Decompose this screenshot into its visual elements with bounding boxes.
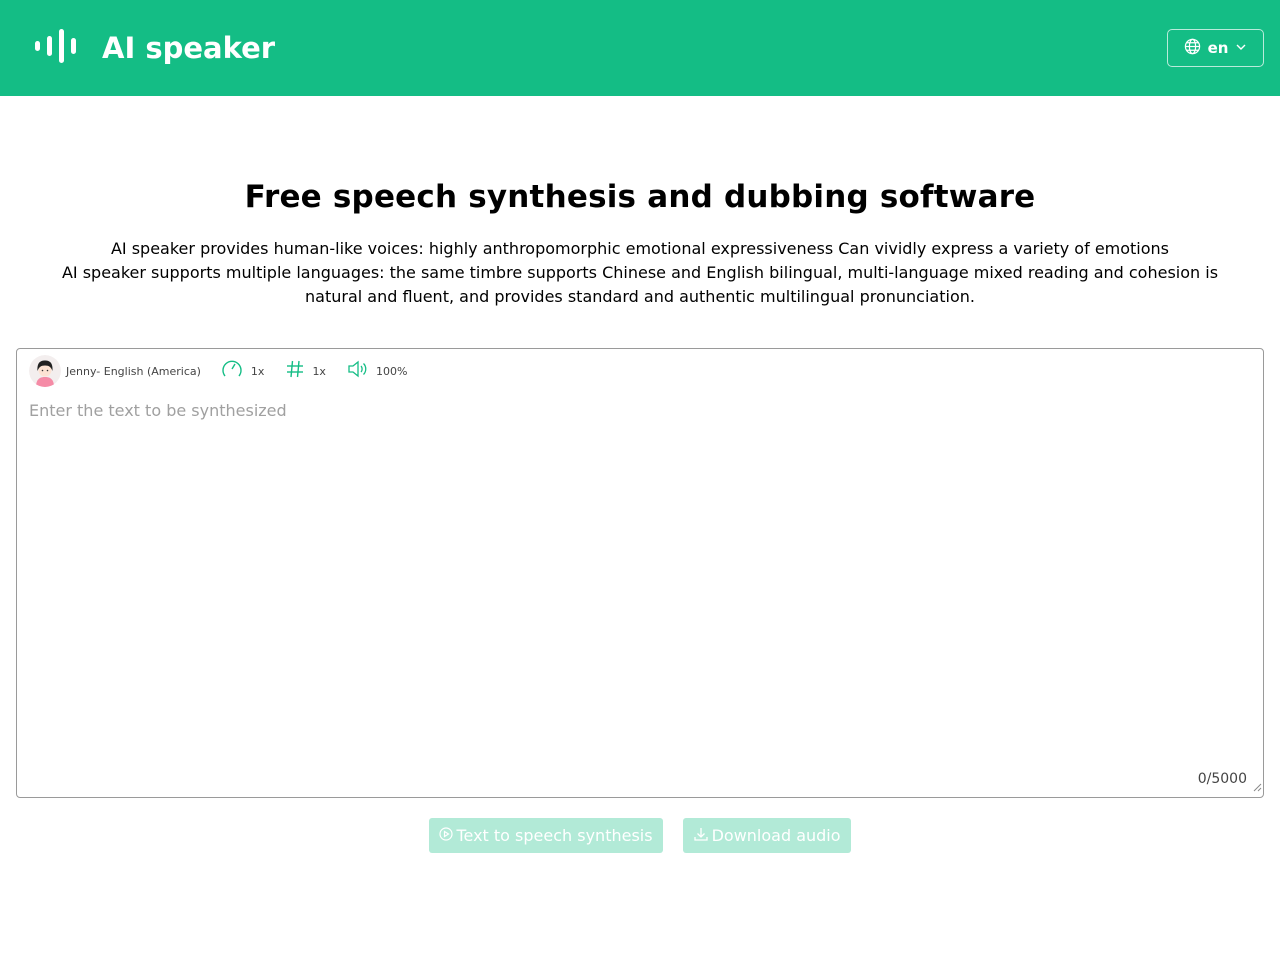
download-label: Download audio	[711, 826, 841, 845]
pitch-control[interactable]: 1x	[286, 360, 326, 382]
brand[interactable]: AI speaker	[34, 29, 275, 67]
pitch-value: 1x	[312, 364, 326, 378]
hero-description: AI speaker provides human-like voices: h…	[45, 237, 1235, 309]
language-selector[interactable]: en	[1167, 29, 1264, 67]
voice-label: Jenny- English (America)	[66, 364, 201, 378]
download-icon	[693, 826, 709, 846]
synthesize-button[interactable]: Text to speech synthesis	[429, 818, 663, 853]
resize-handle-icon[interactable]	[1252, 777, 1262, 796]
chevron-down-icon	[1235, 39, 1247, 57]
page-title: Free speech synthesis and dubbing softwa…	[244, 179, 1036, 215]
app-title: AI speaker	[102, 31, 276, 65]
text-editor: Jenny- English (America) 1x 1x 100% Ente…	[16, 348, 1264, 798]
globe-icon	[1184, 38, 1201, 59]
editor-toolbar: Jenny- English (America) 1x 1x 100%	[17, 349, 1263, 389]
description-line-2: AI speaker supports multiple languages: …	[61, 263, 1219, 306]
volume-value: 100%	[375, 364, 408, 378]
volume-control[interactable]: 100%	[348, 360, 407, 382]
speed-value: 1x	[250, 364, 265, 378]
speed-control[interactable]: 1x	[221, 358, 265, 384]
description-line-1: AI speaker provides human-like voices: h…	[110, 239, 1170, 258]
app-header: AI speaker en	[0, 0, 1280, 96]
hero-section: Free speech synthesis and dubbing softwa…	[0, 96, 1280, 309]
synthesize-label: Text to speech synthesis	[456, 826, 653, 845]
speedometer-icon	[221, 358, 243, 384]
volume-icon	[348, 360, 368, 382]
avatar	[29, 355, 61, 387]
language-label: en	[1207, 39, 1229, 57]
action-bar: Text to speech synthesis Download audio	[0, 818, 1280, 853]
sound-wave-logo-icon	[34, 29, 78, 67]
play-circle-icon	[439, 826, 454, 845]
text-input[interactable]	[29, 401, 1249, 761]
download-audio-button[interactable]: Download audio	[682, 818, 851, 853]
voice-selector[interactable]: Jenny- English (America)	[29, 355, 201, 387]
character-count: 0/5000	[1197, 771, 1247, 787]
hash-icon	[286, 360, 304, 382]
